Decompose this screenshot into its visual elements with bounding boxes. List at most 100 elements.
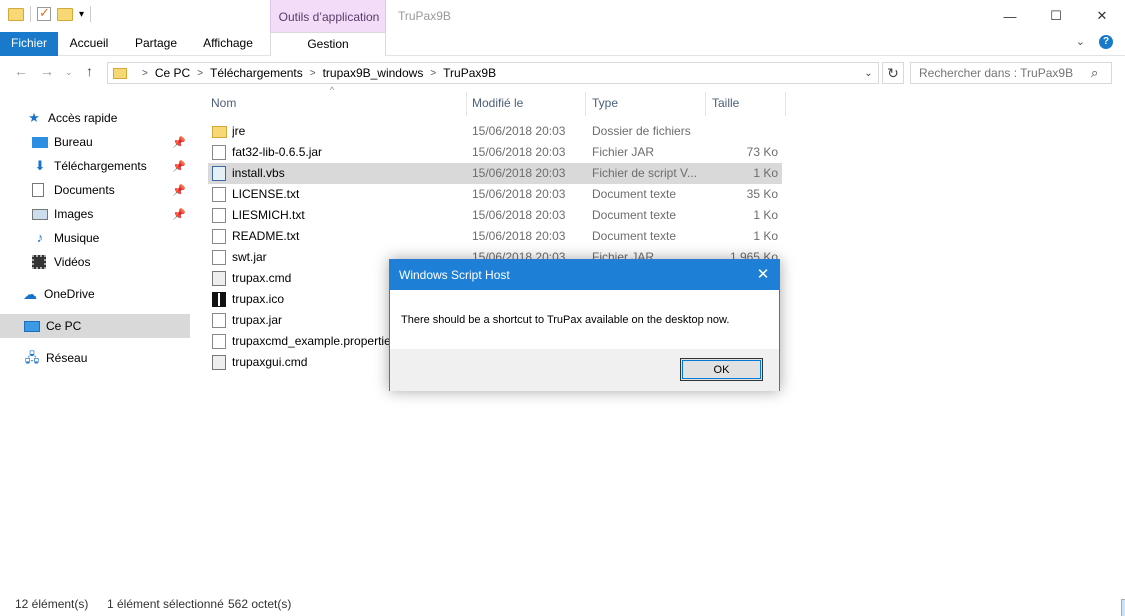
large-icons-view-icon[interactable]: ▦ — [1121, 599, 1125, 616]
file-size: 35 Ko — [746, 187, 778, 201]
sidebar-item-downloads[interactable]: ⬇ Téléchargements 📌 — [0, 154, 190, 178]
file-name: fat32-lib-0.6.5.jar — [232, 145, 323, 159]
pin-icon[interactable]: 📌 — [172, 184, 186, 197]
recent-locations-icon[interactable]: ⌄ — [65, 67, 73, 78]
sidebar-item-label: Vidéos — [54, 255, 91, 269]
folder-icon — [8, 7, 24, 21]
chevron-right-icon[interactable]: > — [310, 68, 316, 79]
close-icon[interactable]: ✕ — [753, 265, 773, 283]
chevron-down-icon[interactable]: ⌄ — [858, 67, 878, 79]
help-icon[interactable]: ? — [1099, 35, 1113, 49]
selection-count: 1 élément sélectionné — [107, 597, 224, 611]
breadcrumb-downloads[interactable]: Téléchargements — [210, 66, 303, 80]
file-size: 1 Ko — [753, 166, 778, 180]
title-bar: ▾ Outils d’application TruPax9B — ☐ ✕ — [0, 0, 1125, 56]
pin-icon[interactable]: 📌 — [172, 136, 186, 149]
file-name: README.txt — [232, 229, 300, 243]
file-name: jre — [232, 124, 246, 138]
tab-file[interactable]: Fichier — [0, 32, 58, 56]
up-arrow-icon[interactable]: ↑ — [86, 63, 93, 79]
column-header-type[interactable]: Type — [592, 96, 618, 110]
maximize-button[interactable]: ☐ — [1033, 0, 1079, 32]
sidebar-item-label: Réseau — [46, 351, 88, 365]
file-type: Fichier de script V... — [592, 166, 697, 180]
column-header-name[interactable]: Nom — [211, 96, 236, 110]
cmd-icon — [212, 355, 226, 370]
file-modified: 15/06/2018 20:03 — [472, 145, 566, 159]
expand-ribbon-icon[interactable]: ⌄ — [1076, 35, 1085, 49]
images-icon — [32, 208, 48, 220]
file-row[interactable]: jre 15/06/2018 20:03 Dossier de fichiers — [208, 121, 782, 142]
back-arrow-icon[interactable]: ← — [14, 63, 28, 79]
file-name: LIESMICH.txt — [232, 208, 305, 222]
sidebar-item-videos[interactable]: Vidéos — [0, 250, 190, 274]
text-file-icon — [212, 208, 226, 223]
tab-share[interactable]: Partage — [124, 32, 188, 56]
customize-toolbar-icon[interactable]: ▾ — [79, 9, 84, 20]
chevron-right-icon[interactable]: > — [430, 68, 436, 79]
sidebar-item-network[interactable]: 🖧 Réseau — [0, 346, 190, 370]
tab-home[interactable]: Accueil — [60, 32, 118, 56]
dialog-footer: OK — [390, 349, 779, 391]
sidebar-item-label: Téléchargements — [54, 159, 147, 173]
address-bar[interactable]: > Ce PC > Téléchargements > trupax9B_win… — [107, 62, 879, 84]
file-row[interactable]: fat32-lib-0.6.5.jar 15/06/2018 20:03 Fic… — [208, 142, 782, 163]
column-header-modified[interactable]: Modifié le — [472, 96, 523, 110]
column-divider[interactable] — [585, 92, 586, 116]
file-type: Fichier JAR — [592, 145, 655, 159]
sidebar-item-images[interactable]: Images 📌 — [0, 202, 190, 226]
file-modified: 15/06/2018 20:03 — [472, 229, 566, 243]
breadcrumb-this-pc[interactable]: Ce PC — [155, 66, 190, 80]
breadcrumb-trupax9b[interactable]: TruPax9B — [443, 66, 496, 80]
breadcrumb-trupax9b-windows[interactable]: trupax9B_windows — [323, 66, 424, 80]
dialog-title-bar[interactable]: Windows Script Host ✕ — [390, 260, 779, 290]
sidebar-item-onedrive[interactable]: ☁ OneDrive — [0, 282, 190, 306]
forward-arrow-icon[interactable]: → — [40, 63, 54, 79]
file-modified: 15/06/2018 20:03 — [472, 166, 566, 180]
tab-manage[interactable]: Gestion — [270, 32, 386, 56]
cmd-icon — [212, 271, 226, 286]
chevron-right-icon[interactable]: > — [197, 68, 203, 79]
text-file-icon — [212, 229, 226, 244]
status-bar: 12 élément(s) 1 élément sélectionné 562 … — [0, 592, 1125, 616]
text-file-icon — [212, 187, 226, 202]
file-name: trupax.ico — [232, 292, 285, 306]
tab-view[interactable]: Affichage — [194, 32, 262, 56]
pc-icon — [24, 320, 40, 332]
file-type: Document texte — [592, 187, 677, 201]
close-button[interactable]: ✕ — [1079, 0, 1125, 32]
file-name: swt.jar — [232, 250, 267, 264]
star-icon: ★ — [28, 110, 40, 125]
ok-button[interactable]: OK — [680, 358, 763, 381]
file-row[interactable]: LIESMICH.txt 15/06/2018 20:03 Document t… — [208, 205, 782, 226]
sidebar-item-quick-access[interactable]: ★ Accès rapide — [0, 106, 190, 130]
ico-icon — [212, 292, 226, 307]
column-divider[interactable] — [705, 92, 706, 116]
file-row-selected[interactable]: install.vbs 15/06/2018 20:03 Fichier de … — [208, 163, 782, 184]
properties-icon[interactable] — [37, 5, 51, 21]
refresh-button[interactable]: ↻ — [882, 62, 904, 84]
file-row[interactable]: LICENSE.txt 15/06/2018 20:03 Document te… — [208, 184, 782, 205]
search-input[interactable] — [910, 62, 1112, 84]
sidebar-item-documents[interactable]: Documents 📌 — [0, 178, 190, 202]
music-icon: ♪ — [36, 230, 44, 245]
sidebar-item-desktop[interactable]: Bureau 📌 — [0, 130, 190, 154]
dialog-message: There should be a shortcut to TruPax ava… — [401, 314, 730, 326]
download-icon: ⬇ — [34, 158, 46, 173]
column-divider[interactable] — [466, 92, 467, 116]
column-header-size[interactable]: Taille — [712, 96, 739, 110]
file-row[interactable]: README.txt 15/06/2018 20:03 Document tex… — [208, 226, 782, 247]
file-size: 1 Ko — [753, 229, 778, 243]
selection-size: 562 octet(s) — [228, 597, 292, 611]
minimize-button[interactable]: — — [987, 0, 1033, 32]
column-divider[interactable] — [785, 92, 786, 116]
sidebar-item-this-pc[interactable]: Ce PC — [0, 314, 190, 338]
sidebar-item-music[interactable]: ♪ Musique — [0, 226, 190, 250]
ribbon-right-controls: ⌄ ? — [1076, 35, 1113, 49]
pin-icon[interactable]: 📌 — [172, 208, 186, 221]
search-icon[interactable]: ⌕ — [1091, 65, 1098, 81]
new-folder-icon[interactable] — [57, 7, 73, 21]
pin-icon[interactable]: 📌 — [172, 160, 186, 173]
file-icon — [212, 313, 226, 328]
chevron-right-icon[interactable]: > — [142, 68, 148, 79]
